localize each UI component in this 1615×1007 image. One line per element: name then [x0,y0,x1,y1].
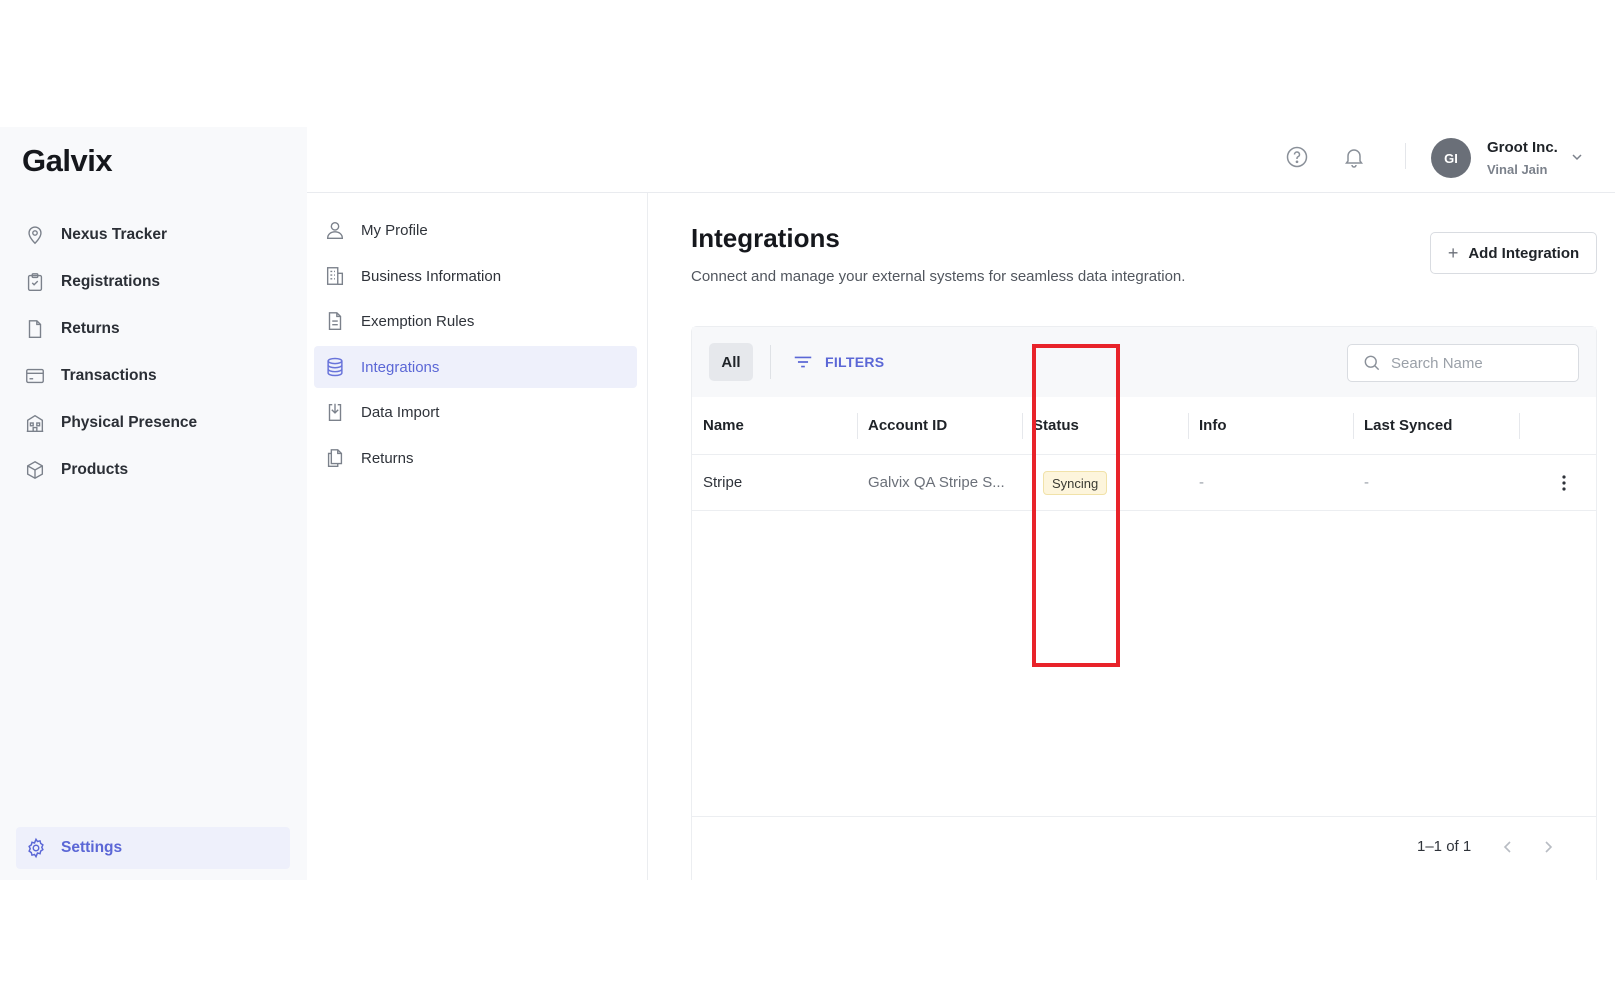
download-file-icon [324,401,346,423]
submenu-item-returns[interactable]: Returns [314,437,637,479]
add-integration-button[interactable]: + Add Integration [1430,232,1597,274]
database-icon [324,356,346,378]
sidebar-item-transactions[interactable]: Transactions [14,352,294,399]
table-footer: 1–1 of 1 [692,816,1596,881]
submenu-item-label: Business Information [361,267,502,285]
column-separator[interactable] [1188,413,1189,439]
column-header-account-id[interactable]: Account ID [868,417,947,434]
org-name[interactable]: Groot Inc. [1487,139,1558,156]
table-toolbar: All FILTERS [692,327,1596,397]
submenu-item-label: Integrations [361,358,440,376]
avatar[interactable]: GI [1431,138,1471,178]
sidebar-nav: Nexus Tracker Registrations Returns Tran… [14,211,294,493]
logo: Galvix [22,143,113,178]
column-header-last-synced[interactable]: Last Synced [1364,417,1452,434]
sidebar-item-label: Physical Presence [61,413,198,431]
cell-name: Stripe [703,474,743,491]
pagination-text: 1–1 of 1 [1417,838,1472,855]
top-header: GI Groot Inc. Vinal Jain [307,127,1615,193]
copy-icon [324,447,346,469]
app-window: Galvix Nexus Tracker Registrations Retur… [0,127,1615,881]
column-separator[interactable] [1022,413,1023,439]
file-text-icon [324,310,346,332]
status-column-highlight-box [1032,344,1120,667]
sidebar-item-products[interactable]: Products [14,446,294,493]
location-pin-icon [24,224,46,246]
page-title: Integrations [691,223,840,253]
header-divider [1405,143,1406,169]
plus-icon: + [1447,242,1459,263]
add-integration-label: Add Integration [1468,244,1580,262]
submenu-item-business-information[interactable]: Business Information [314,255,637,297]
column-separator[interactable] [857,413,858,439]
bell-icon[interactable] [1342,145,1366,169]
user-name: Vinal Jain [1487,162,1548,177]
submenu-item-my-profile[interactable]: My Profile [314,209,637,251]
search-box[interactable] [1347,344,1579,382]
sidebar-item-label: Products [61,460,129,478]
submenu-item-label: Data Import [361,403,440,421]
search-icon [1362,353,1382,373]
submenu-item-exemption-rules[interactable]: Exemption Rules [314,300,637,342]
sidebar-item-registrations[interactable]: Registrations [14,258,294,305]
sidebar-item-label: Nexus Tracker [61,225,167,243]
filters-label: FILTERS [825,354,885,370]
tab-all[interactable]: All [709,343,753,381]
help-icon[interactable] [1285,145,1309,169]
submenu-item-label: Returns [361,449,414,467]
submenu-item-label: My Profile [361,221,428,239]
search-input[interactable] [1391,354,1561,372]
chevron-down-icon[interactable] [1569,149,1585,165]
table-row[interactable]: Stripe Galvix QA Stripe S... Syncing - - [692,455,1596,511]
clipboard-icon [24,271,46,293]
submenu-item-integrations[interactable]: Integrations [314,346,637,388]
sidebar-item-settings[interactable]: Settings [16,827,290,869]
document-icon [24,318,46,340]
more-vertical-icon[interactable] [1557,471,1571,495]
page-subtitle: Connect and manage your external systems… [691,268,1186,285]
sidebar-item-label: Returns [61,319,120,337]
cell-account-id: Galvix QA Stripe S... [868,474,1005,491]
sidebar-item-nexus-tracker[interactable]: Nexus Tracker [14,211,294,258]
column-header-name[interactable]: Name [703,417,744,434]
user-icon [324,219,346,241]
settings-label: Settings [61,839,123,856]
table-header: Name Account ID Status Info Last Synced [692,397,1596,455]
column-separator[interactable] [1353,413,1354,439]
integrations-table-card: All FILTERS Name Account [691,326,1597,881]
sidebar-item-returns[interactable]: Returns [14,305,294,352]
credit-card-icon [24,365,46,387]
sidebar: Galvix Nexus Tracker Registrations Retur… [0,127,307,880]
cell-info: - [1199,474,1204,491]
column-separator[interactable] [1519,413,1520,439]
sidebar-item-label: Registrations [61,272,161,290]
submenu-item-data-import[interactable]: Data Import [314,391,637,433]
settings-submenu: My Profile Business Information Exemptio… [307,193,648,880]
gear-icon [25,837,47,859]
filters-button[interactable]: FILTERS [792,351,884,373]
sidebar-item-label: Transactions [61,366,157,384]
toolbar-divider [770,345,771,379]
cell-last-synced: - [1364,474,1369,491]
office-building-icon [324,265,346,287]
chevron-right-icon[interactable] [1538,837,1558,857]
cube-icon [24,459,46,481]
filter-icon [792,351,814,373]
building-icon [24,412,46,434]
chevron-left-icon[interactable] [1498,837,1518,857]
column-header-info[interactable]: Info [1199,417,1227,434]
submenu-item-label: Exemption Rules [361,312,475,330]
main-content: Integrations Connect and manage your ext… [648,193,1615,881]
sidebar-item-physical-presence[interactable]: Physical Presence [14,399,294,446]
